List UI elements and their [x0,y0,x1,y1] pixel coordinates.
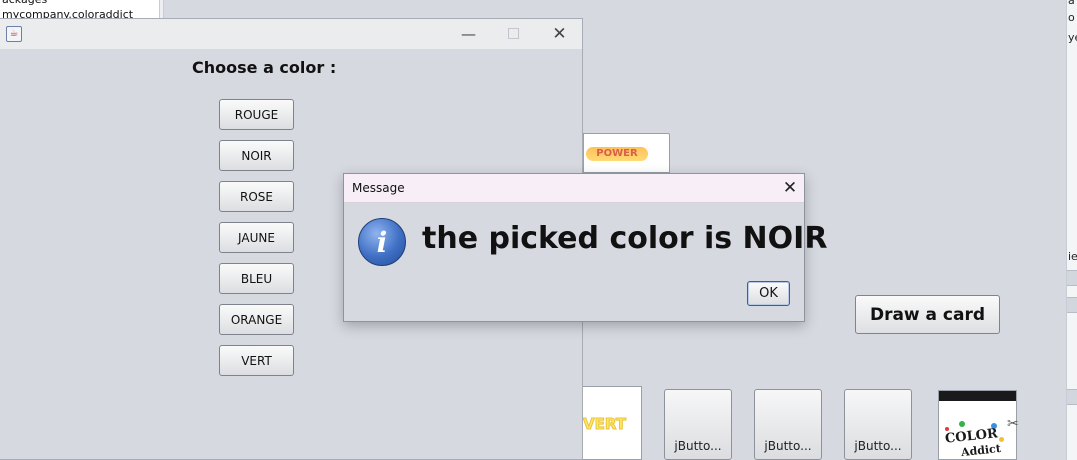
right-panel-text: ye [1068,31,1077,44]
info-icon: i [358,218,406,266]
hand-button-label: jButto... [674,439,722,453]
hand-button-3[interactable]: jButto... [844,389,912,460]
right-panel-text: ie [1068,250,1077,263]
tree-item-packages[interactable]: ackages [2,0,47,6]
scissors-icon: ✂ [1007,416,1019,432]
ok-button[interactable]: OK [747,281,790,306]
draw-card-button[interactable]: Draw a card [855,295,1000,334]
java-icon: ☕ [6,26,22,42]
card-power-label: POWER [586,147,648,161]
right-panel-row [1067,270,1077,286]
color-button-noir[interactable]: NOIR [219,140,294,171]
deck-card[interactable]: COLOR Addict [938,390,1017,460]
card-color-text: VERT [583,415,627,434]
color-button-rouge[interactable]: ROUGE [219,99,294,130]
paint-splash [959,421,965,427]
right-panel-row [1067,389,1077,405]
hand-card[interactable]: VERT [583,386,642,460]
color-button-bleu[interactable]: BLEU [219,263,294,294]
maximize-icon[interactable]: ☐ [491,19,536,49]
color-button-vert[interactable]: VERT [219,345,294,376]
hand-button-label: jButto... [764,439,812,453]
dialog-message: the picked color is NOIR [422,221,828,256]
minimize-icon[interactable]: — [446,19,491,49]
color-button-jaune[interactable]: JAUNE [219,222,294,253]
hand-button-1[interactable]: jButto... [664,389,732,460]
right-panel-text: a [1068,0,1075,7]
color-button-orange[interactable]: ORANGE [219,304,294,335]
dialog-title: Message [352,181,405,195]
right-panel-text: o [1068,11,1075,24]
chooser-titlebar[interactable]: ☕ — ☐ ✕ [0,19,582,49]
close-icon[interactable]: ✕ [778,176,802,200]
color-button-rose[interactable]: ROSE [219,181,294,212]
dialog-titlebar[interactable]: Message ✕ [344,174,804,203]
deck-card-band [939,391,1016,401]
panel-divider [160,0,164,18]
deck-logo-addict: Addict [960,441,1002,460]
close-icon[interactable]: ✕ [537,19,582,49]
message-dialog: Message ✕ i the picked color is NOIR OK [343,173,827,322]
right-panel-row [1067,297,1077,313]
choose-color-label: Choose a color : [192,58,337,77]
hand-button-label: jButto... [854,439,902,453]
hand-button-2[interactable]: jButto... [754,389,822,460]
right-side-panel: a o ye ie [1066,0,1077,460]
discard-card: POWER [583,133,670,173]
